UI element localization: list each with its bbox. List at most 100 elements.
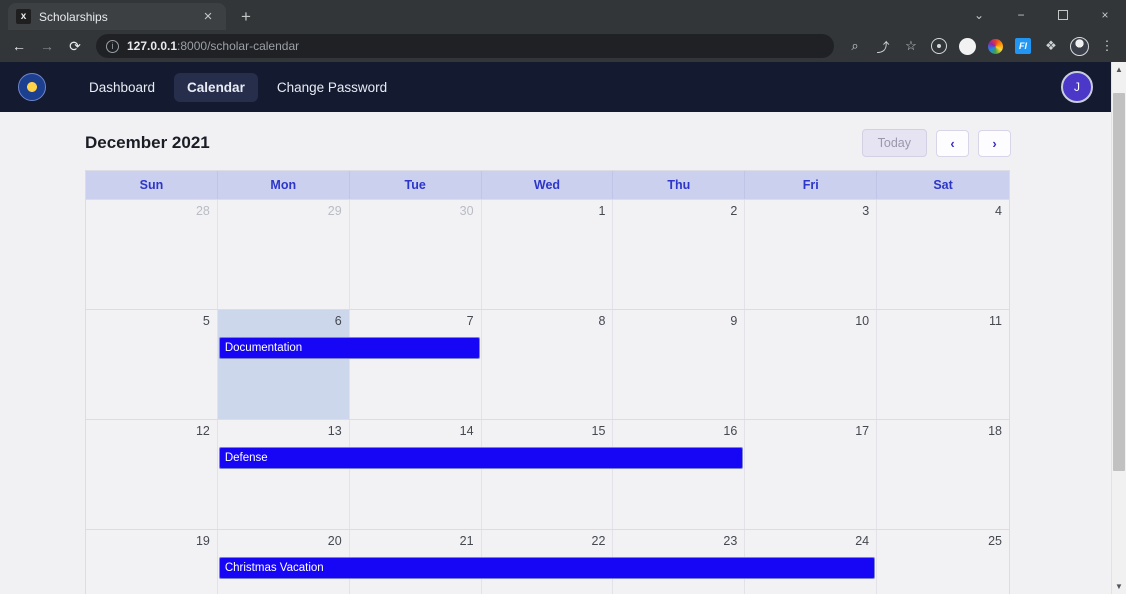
school-seal-logo-icon[interactable] [18,73,46,101]
day-cell[interactable]: 29 [218,200,350,309]
search-icon[interactable]: ⌕ [842,33,868,59]
app-navbar: Dashboard Calendar Change Password J [0,62,1111,112]
url-text: 127.0.0.1:8000/scholar-calendar [127,39,299,53]
day-cell[interactable]: 25 [877,530,1009,594]
calendar-event[interactable]: Documentation [218,337,480,359]
day-header-thu: Thu [613,171,746,199]
day-cell[interactable]: 7 [350,310,482,419]
day-number: 24 [855,534,870,548]
user-avatar[interactable]: J [1061,71,1093,103]
day-cell[interactable]: 11 [877,310,1009,419]
day-cell[interactable]: 30 [350,200,482,309]
tab-strip: x Scholarships × + ⌄ − × [0,0,1126,30]
close-tab-icon[interactable]: × [198,7,218,27]
day-number: 22 [591,534,606,548]
day-cell[interactable]: 1 [482,200,614,309]
day-cell[interactable]: 12 [86,420,218,529]
share-icon[interactable]: ⤴ [870,33,896,59]
day-cell[interactable]: 10 [745,310,878,419]
reload-icon[interactable]: ⟳ [62,33,88,59]
day-cell[interactable]: 13 [218,420,350,529]
scrollbar-track[interactable] [1112,77,1126,579]
day-number: 10 [855,314,870,328]
day-cell[interactable]: 14 [350,420,482,529]
day-cell[interactable]: 15 [482,420,614,529]
calendar-title: December 2021 [85,133,210,152]
day-cell[interactable]: 9 [613,310,746,419]
site-info-icon[interactable]: i [106,39,119,53]
week-cells: 28 29 30 1 2 3 4 [86,200,1009,309]
scroll-up-icon[interactable]: ▲ [1112,62,1126,77]
address-bar[interactable]: i 127.0.0.1:8000/scholar-calendar [96,34,834,58]
today-button[interactable]: Today [861,129,927,157]
nav-item-calendar[interactable]: Calendar [174,72,258,102]
day-number: 1 [598,204,606,218]
window-controls: ⌄ − × [958,0,1126,30]
colorwheel-extension-icon[interactable] [982,33,1008,59]
day-number: 15 [591,424,606,438]
day-number: 30 [459,204,474,218]
day-cell[interactable]: 18 [877,420,1009,529]
calendar-header: December 2021 Today ‹ › [0,126,1111,160]
day-cell[interactable]: 4 [877,200,1009,309]
page-scrollbar[interactable]: ▲ ▼ [1111,62,1126,594]
calendar-week: 19 20 21 22 23 24 25 Christmas Vacation [86,529,1009,594]
back-icon[interactable]: ← [6,33,32,59]
day-cell[interactable]: 2 [613,200,746,309]
day-number: 9 [730,314,738,328]
minimize-icon[interactable]: − [1000,0,1042,30]
scrollbar-thumb[interactable] [1113,93,1125,471]
chrome-menu-icon[interactable]: ⋮ [1094,33,1120,59]
day-number: 2 [730,204,738,218]
day-header-wed: Wed [482,171,614,199]
bookmark-star-icon[interactable]: ☆ [898,33,924,59]
day-cell[interactable]: 5 [86,310,218,419]
nav-item-change-password[interactable]: Change Password [264,73,400,102]
prev-month-button[interactable]: ‹ [936,129,969,157]
calendar-week: 12 13 14 15 16 17 18 Defense [86,419,1009,529]
calendar-event[interactable]: Christmas Vacation [218,557,876,579]
day-number: 17 [855,424,870,438]
browser-tab[interactable]: x Scholarships × [8,3,226,30]
day-cell[interactable]: 19 [86,530,218,594]
calendar-event[interactable]: Defense [218,447,744,469]
day-number: 29 [327,204,342,218]
page-viewport: Dashboard Calendar Change Password J Dec… [0,62,1126,594]
new-tab-button[interactable]: + [236,6,256,26]
close-window-icon[interactable]: × [1084,0,1126,30]
calendar-weeks: 28 29 30 1 2 3 4 5 6 7 8 9 10 11 Documentation 12 13 14 15… [86,199,1009,594]
react-extension-icon[interactable] [926,33,952,59]
day-cell[interactable]: 3 [745,200,878,309]
forward-icon[interactable]: → [34,33,60,59]
day-cell[interactable]: 6 [217,310,350,419]
day-number: 4 [995,204,1002,218]
url-host: 127.0.0.1 [127,39,178,53]
calendar-week: 5 6 7 8 9 10 11 Documentation [86,309,1009,419]
tab-search-icon[interactable]: ⌄ [958,0,1000,30]
nav-item-dashboard[interactable]: Dashboard [76,73,168,102]
profile-avatar-icon[interactable] [1066,33,1092,59]
day-header-sun: Sun [86,171,218,199]
day-number: 12 [195,424,210,438]
calendar-controls: Today ‹ › [861,129,1011,157]
puzzle-extensions-icon[interactable]: ❖ [1038,33,1064,59]
scroll-down-icon[interactable]: ▼ [1112,579,1126,594]
day-number: 8 [598,314,606,328]
day-number: 14 [459,424,474,438]
browser-window: x Scholarships × + ⌄ − × ← → ⟳ i 127.0.0… [0,0,1126,594]
fi-extension-label: FI [1015,38,1031,54]
day-cell[interactable]: 17 [745,420,878,529]
day-number: 23 [723,534,738,548]
fi-extension-icon[interactable]: FI [1010,33,1036,59]
web-page: Dashboard Calendar Change Password J Dec… [0,62,1111,594]
day-cell[interactable]: 28 [86,200,218,309]
white-circle-extension-icon[interactable] [954,33,980,59]
day-cell[interactable]: 8 [482,310,614,419]
next-month-button[interactable]: › [978,129,1011,157]
day-of-week-header: Sun Mon Tue Wed Thu Fri Sat [86,171,1009,199]
calendar-page: December 2021 Today ‹ › Sun Mon Tue Wed Thu F… [0,112,1111,594]
day-cell[interactable]: 16 [613,420,746,529]
day-number: 18 [988,424,1002,438]
maximize-icon[interactable] [1042,0,1084,30]
day-number: 25 [988,534,1002,548]
